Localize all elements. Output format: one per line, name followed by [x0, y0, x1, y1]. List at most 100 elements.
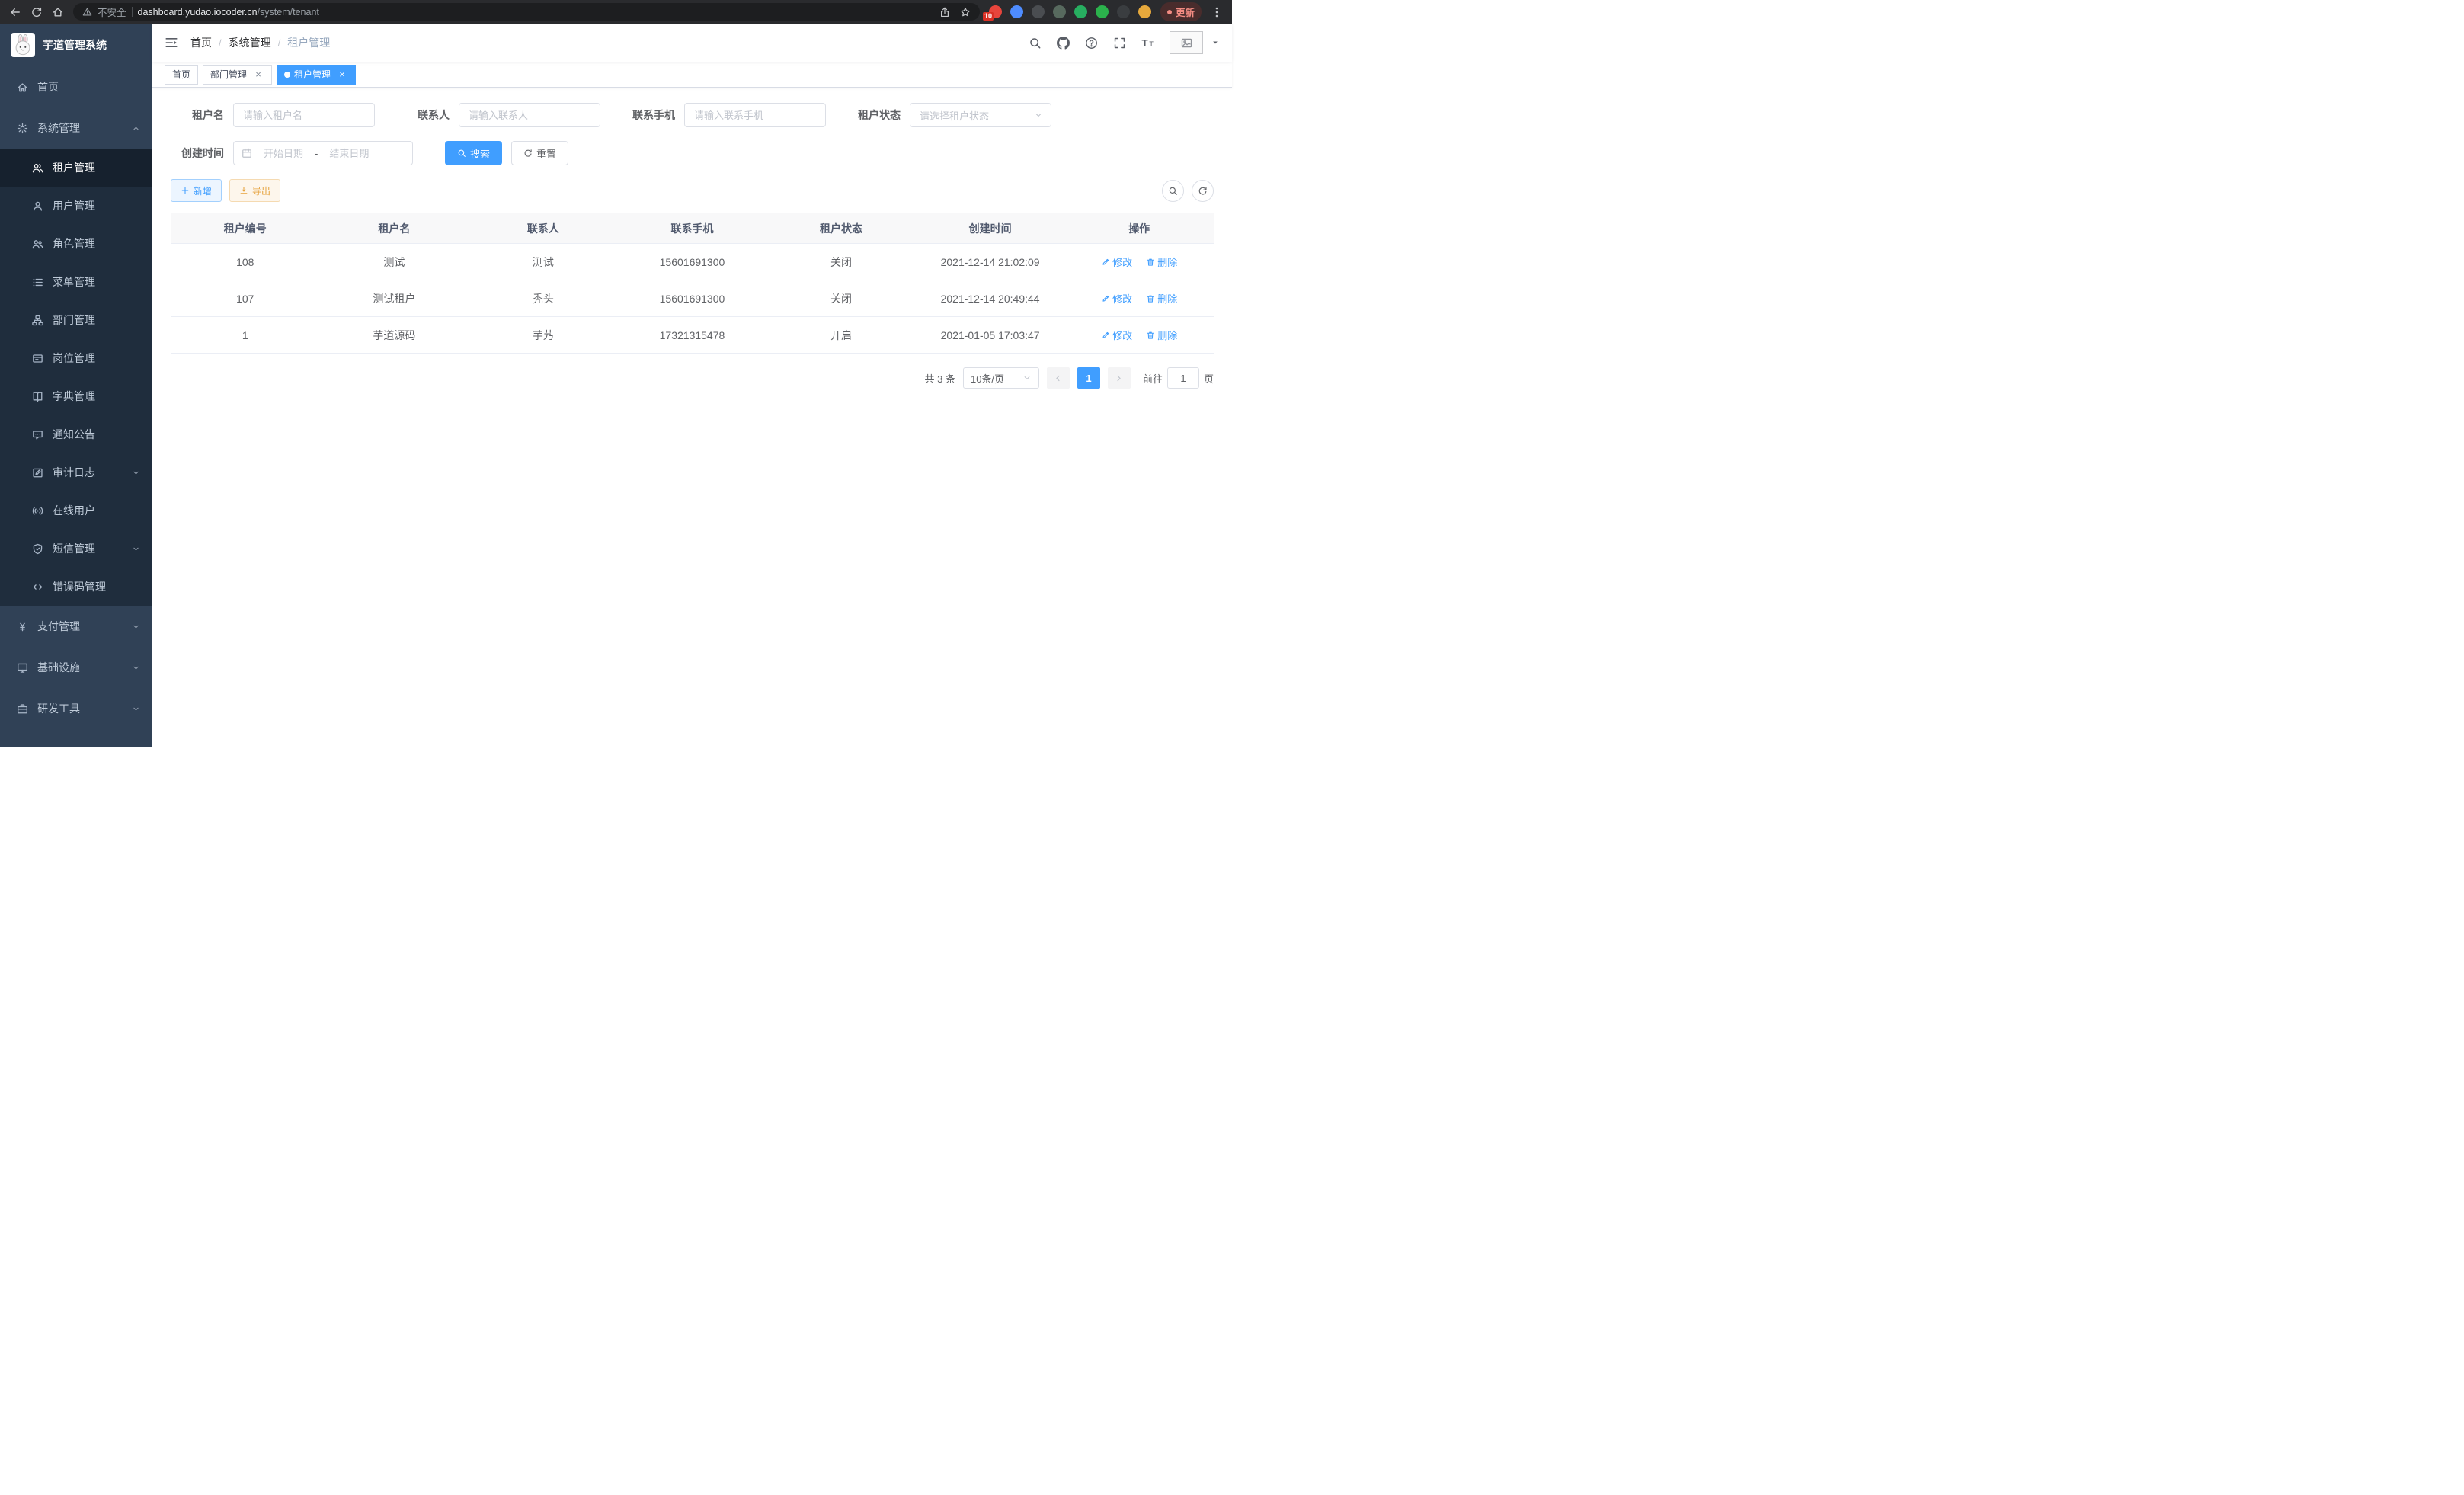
url-host: dashboard.yudao.iocoder.cn: [138, 7, 258, 18]
sidebar-item-audit-log[interactable]: 审计日志: [0, 453, 152, 491]
browser-extensions: 10: [989, 5, 1151, 18]
sidebar-item-infra[interactable]: 基础设施: [0, 647, 152, 688]
edit-icon: [1101, 294, 1110, 303]
pagination-total: 共 3 条: [925, 371, 955, 386]
search-button[interactable]: 搜索: [445, 141, 502, 165]
extension-dark-sphere[interactable]: [1032, 5, 1045, 18]
security-warning-icon: [82, 7, 92, 17]
start-date-input[interactable]: [257, 148, 310, 159]
sidebar-item-sms[interactable]: 短信管理: [0, 530, 152, 568]
reset-button-label: 重置: [536, 146, 556, 161]
add-button[interactable]: 新增: [171, 179, 222, 202]
sidebar-item-label: 审计日志: [53, 465, 95, 480]
breadcrumb-item: 租户管理: [287, 35, 330, 50]
app-logo[interactable]: 芋道管理系统: [0, 24, 152, 66]
refresh-icon: [523, 149, 533, 158]
page-size-select[interactable]: 10条/页: [963, 367, 1039, 389]
active-tag-dot: [284, 72, 290, 78]
breadcrumb-item[interactable]: 首页: [190, 35, 212, 50]
close-icon[interactable]: ×: [336, 69, 348, 81]
sidebar-item-user[interactable]: 用户管理: [0, 187, 152, 225]
status-cell: 开启: [766, 317, 916, 354]
edit-link[interactable]: 修改: [1101, 291, 1132, 306]
sidebar-item-post[interactable]: 岗位管理: [0, 339, 152, 377]
sidebar-item-home[interactable]: 首页: [0, 66, 152, 107]
sidebar-item-system[interactable]: 系统管理: [0, 107, 152, 149]
contact-input[interactable]: [459, 103, 600, 127]
bookmark-star-icon[interactable]: [960, 7, 971, 18]
tag-item[interactable]: 首页: [165, 65, 198, 85]
sidebar-item-tenant[interactable]: 租户管理: [0, 149, 152, 187]
sidebar-item-dept[interactable]: 部门管理: [0, 301, 152, 339]
browser-update-button[interactable]: 更新: [1160, 2, 1202, 21]
user-menu-caret-icon[interactable]: [1211, 38, 1220, 47]
tag-item[interactable]: 部门管理×: [203, 65, 272, 85]
share-icon[interactable]: [939, 7, 950, 18]
delete-link[interactable]: 删除: [1146, 291, 1177, 306]
goto-page-input[interactable]: [1167, 367, 1199, 389]
sidebar-item-pay[interactable]: 支付管理: [0, 606, 152, 647]
close-icon[interactable]: ×: [252, 69, 264, 81]
column-header: 租户编号: [171, 213, 320, 244]
delete-link[interactable]: 删除: [1146, 328, 1177, 342]
table-row: 107测试租户秃头15601691300关闭2021-12-14 20:49:4…: [171, 280, 1214, 317]
header-search-icon[interactable]: [1029, 37, 1042, 50]
edit-link-label: 修改: [1112, 291, 1132, 306]
extension-blue[interactable]: [1010, 5, 1023, 18]
sidebar-item-devtools[interactable]: 研发工具: [0, 688, 152, 729]
extension-red[interactable]: 10: [989, 5, 1002, 18]
sidebar-item-menu[interactable]: 菜单管理: [0, 263, 152, 301]
sidebar-item-label: 首页: [37, 79, 59, 94]
edit-link[interactable]: 修改: [1101, 328, 1132, 342]
sidebar-item-online-user[interactable]: 在线用户: [0, 491, 152, 530]
tenant-id-cell: 108: [171, 244, 320, 280]
user-avatar[interactable]: [1170, 31, 1203, 54]
code-icon: [32, 581, 43, 593]
edit-link-label: 修改: [1112, 255, 1132, 269]
extension-green-y[interactable]: [1074, 5, 1087, 18]
end-date-input[interactable]: [322, 148, 376, 159]
sidebar-item-dict[interactable]: 字典管理: [0, 377, 152, 415]
docs-help-icon[interactable]: [1085, 37, 1098, 50]
reset-button[interactable]: 重置: [511, 141, 568, 165]
browser-toolbar: 不安全 dashboard.yudao.iocoder.cn/system/te…: [0, 0, 1232, 24]
update-dot: [1167, 10, 1172, 14]
tenant-status-select[interactable]: 请选择租户状态: [910, 103, 1051, 127]
tenant-name-input[interactable]: [233, 103, 375, 127]
breadcrumb-item[interactable]: 系统管理: [229, 35, 271, 50]
log-icon: [32, 467, 43, 479]
browser-home-icon[interactable]: [52, 6, 64, 18]
sidebar-item-role[interactable]: 角色管理: [0, 225, 152, 263]
tag-item[interactable]: 租户管理×: [277, 65, 356, 85]
refresh-table-button[interactable]: [1192, 180, 1214, 202]
tenant-name-cell: 芋道源码: [320, 317, 469, 354]
browser-back-icon[interactable]: [9, 6, 21, 18]
github-icon[interactable]: [1057, 37, 1070, 50]
toggle-search-button[interactable]: [1162, 180, 1184, 202]
breadcrumb-separator: /: [219, 37, 222, 49]
extension-pin-dark[interactable]: [1117, 5, 1130, 18]
export-button[interactable]: 导出: [229, 179, 280, 202]
extension-face-yellow[interactable]: [1138, 5, 1151, 18]
edit-link[interactable]: 修改: [1101, 255, 1132, 269]
delete-link[interactable]: 删除: [1146, 255, 1177, 269]
prev-page-button[interactable]: [1047, 367, 1070, 389]
next-page-button[interactable]: [1108, 367, 1131, 389]
create-time-range-picker[interactable]: -: [233, 141, 413, 165]
actions-cell: 修改删除: [1064, 317, 1214, 354]
main-content: 租户名 联系人 联系手机 租户状态 请选择租户状态: [152, 88, 1232, 748]
sidebar-item-notice[interactable]: 通知公告: [0, 415, 152, 453]
sidebar-collapse-icon[interactable]: [165, 36, 178, 50]
phone-input[interactable]: [684, 103, 826, 127]
extension-olive[interactable]: [1053, 5, 1066, 18]
address-bar[interactable]: 不安全 dashboard.yudao.iocoder.cn/system/te…: [73, 3, 980, 21]
browser-reload-icon[interactable]: [30, 6, 43, 18]
page-number-button[interactable]: 1: [1077, 367, 1100, 389]
font-size-icon[interactable]: TT: [1141, 37, 1154, 50]
extension-chat-green[interactable]: [1096, 5, 1109, 18]
sidebar-item-label: 菜单管理: [53, 274, 95, 290]
browser-menu-icon[interactable]: [1211, 6, 1223, 18]
tenant-name-cell: 测试租户: [320, 280, 469, 317]
fullscreen-icon[interactable]: [1113, 37, 1126, 50]
sidebar-item-error-code[interactable]: 错误码管理: [0, 568, 152, 606]
